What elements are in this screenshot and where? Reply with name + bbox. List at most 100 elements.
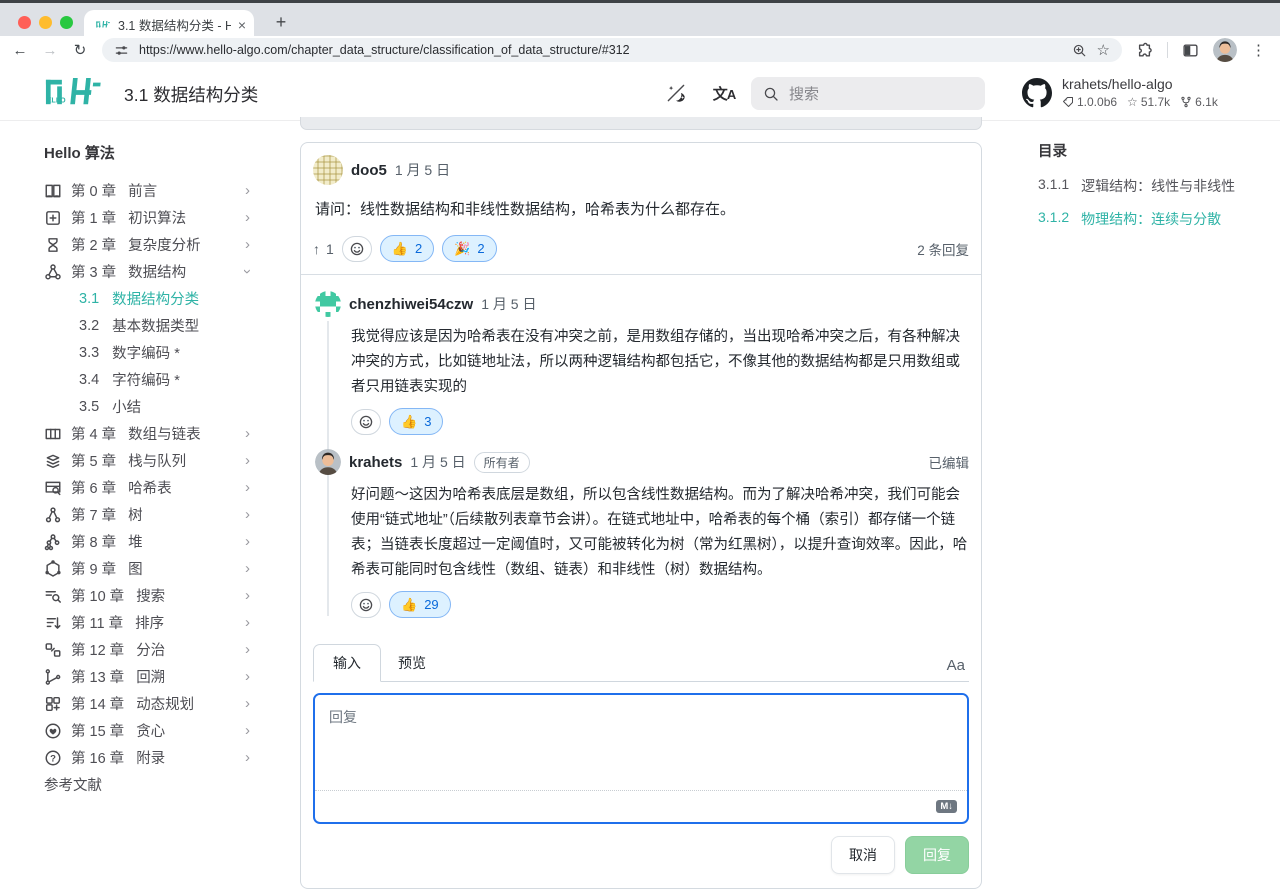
sidebar-item-ch5[interactable]: 第 5 章栈与队列› xyxy=(44,447,250,474)
new-tab-button[interactable]: + xyxy=(268,9,294,35)
reply-submit-button[interactable]: 回复 xyxy=(905,836,969,874)
chevron-right-icon: › xyxy=(245,452,250,469)
browser-tab[interactable]: 3.1 数据结构分类 - Hello 算法 × xyxy=(84,10,254,39)
sidebar-item-ch11[interactable]: 第 11 章排序› xyxy=(44,609,250,636)
repo-stars: 51.7k xyxy=(1141,95,1170,109)
upvote-button[interactable]: ↑1 xyxy=(313,241,334,257)
sidebar-item-ch1[interactable]: 第 1 章初识算法› xyxy=(44,204,250,231)
toc-title: 目录 xyxy=(1038,140,1235,161)
comment-author[interactable]: chenzhiwei54czw xyxy=(349,296,473,313)
translate-icon[interactable]: 文A xyxy=(710,80,738,106)
chevron-right-icon: › xyxy=(245,749,250,766)
reaction-pill[interactable]: 👍29 xyxy=(389,591,451,618)
toolbar-divider xyxy=(1167,42,1168,58)
menu-dots-icon[interactable]: ⋮ xyxy=(1251,41,1266,59)
extensions-icon[interactable] xyxy=(1136,42,1153,59)
avatar[interactable] xyxy=(315,291,341,317)
chevron-right-icon: › xyxy=(245,533,250,550)
reply-textarea[interactable] xyxy=(315,695,967,790)
sidebar-item-ch14[interactable]: 第 14 章动态规划› xyxy=(44,690,250,717)
minimize-window-button[interactable] xyxy=(39,16,52,29)
sidebar-item-3-1[interactable]: 3.1数据结构分类 xyxy=(44,285,250,312)
comment-date: 1 月 5 日 xyxy=(410,452,465,472)
search-input[interactable]: 搜索 xyxy=(751,77,985,110)
repo-stats: 1.0.0b6 ☆51.7k 6.1k xyxy=(1062,95,1218,109)
sidebar-item-ch13[interactable]: 第 13 章回溯› xyxy=(44,663,250,690)
reload-icon[interactable]: ↻ xyxy=(68,41,92,59)
star-icon: ☆ xyxy=(1127,95,1138,109)
sidebar-item-ch8[interactable]: 第 8 章堆› xyxy=(44,528,250,555)
reaction-pill[interactable]: 👍3 xyxy=(389,408,443,435)
reaction-pill[interactable]: 👍2 xyxy=(380,235,434,262)
reply-editor: M↓ xyxy=(313,693,969,824)
bookmark-star-icon[interactable]: ☆ xyxy=(1097,41,1110,59)
repo-version: 1.0.0b6 xyxy=(1077,95,1117,109)
toc-item-311[interactable]: 3.1.1逻辑结构：线性与非线性 xyxy=(1038,176,1235,196)
chevron-right-icon: › xyxy=(245,614,250,631)
sidebar-item-ch4[interactable]: 第 4 章数组与链表› xyxy=(44,420,250,447)
chevron-right-icon: › xyxy=(245,722,250,739)
markdown-icon[interactable]: M↓ xyxy=(936,800,957,814)
book-icon xyxy=(44,182,62,200)
comment-root: doo5 1 月 5 日 请问：线性数据结构和非线性数据结构，哈希表为什么都存在… xyxy=(301,143,981,274)
reaction-pill[interactable]: 🎉2 xyxy=(442,235,496,262)
reply-form: 输入 预览 Aa M↓ 取消 回复 xyxy=(301,632,981,888)
close-window-button[interactable] xyxy=(18,16,31,29)
chevron-right-icon: › xyxy=(245,236,250,253)
tab-close-icon[interactable]: × xyxy=(238,18,246,32)
toc-item-312[interactable]: 3.1.2物理结构：连续与分散 xyxy=(1038,209,1235,229)
comment-author[interactable]: krahets xyxy=(349,454,402,471)
browser-profile-avatar[interactable] xyxy=(1213,38,1237,62)
search-icon xyxy=(763,86,779,102)
chevron-down-icon: › xyxy=(239,269,256,274)
repo-link[interactable]: krahets/hello-algo 1.0.0b6 ☆51.7k 6.1k xyxy=(1022,76,1218,109)
reply-comment: chenzhiwei54czw 1 月 5 日 我觉得应该是因为哈希表在没有冲突… xyxy=(315,291,969,435)
sidebar-item-3-5[interactable]: 3.5小结 xyxy=(44,393,250,420)
comment-body: 好问题～这因为哈希表底层是数组，所以包含线性数据结构。而为了解决哈希冲突，我们可… xyxy=(351,483,969,583)
sidebar-item-3-3[interactable]: 3.3数字编码 * xyxy=(44,339,250,366)
sidebar-item-ch7[interactable]: 第 7 章树› xyxy=(44,501,250,528)
theme-toggle-icon[interactable] xyxy=(662,80,690,106)
sidebar-item-ch0[interactable]: 第 0 章前言› xyxy=(44,177,250,204)
avatar[interactable] xyxy=(313,155,343,185)
heap-icon xyxy=(44,533,62,551)
sidebar-item-3-4[interactable]: 3.4字符编码 * xyxy=(44,366,250,393)
text-format-button[interactable]: Aa xyxy=(947,657,969,681)
address-bar[interactable]: https://www.hello-algo.com/chapter_data_… xyxy=(102,38,1122,62)
upvote-icon: ↑ xyxy=(313,241,320,257)
window-controls xyxy=(18,16,73,29)
side-panel-icon[interactable] xyxy=(1182,42,1199,59)
search-placeholder: 搜索 xyxy=(789,83,819,104)
fork-icon xyxy=(1180,96,1192,108)
back-icon[interactable]: ← xyxy=(8,42,32,59)
zoom-window-button[interactable] xyxy=(60,16,73,29)
sidebar-item-ch2[interactable]: 第 2 章复杂度分析› xyxy=(44,231,250,258)
site-logo[interactable] xyxy=(44,77,106,107)
chevron-right-icon: › xyxy=(245,425,250,442)
sidebar-item-ch16[interactable]: 第 16 章附录› xyxy=(44,744,250,771)
add-reaction-button[interactable] xyxy=(351,409,381,435)
graph-icon xyxy=(44,560,62,578)
sidebar-item-ch12[interactable]: 第 12 章分治› xyxy=(44,636,250,663)
sidebar-item-ch9[interactable]: 第 9 章图› xyxy=(44,555,250,582)
comment-body: 我觉得应该是因为哈希表在没有冲突之前，是用数组存储的，当出现哈希冲突之后，有各种… xyxy=(351,325,969,400)
tab-preview[interactable]: 预览 xyxy=(381,645,443,681)
sidebar-item-ch15[interactable]: 第 15 章贪心› xyxy=(44,717,250,744)
comment-author[interactable]: doo5 xyxy=(351,162,387,179)
add-reaction-button[interactable] xyxy=(342,236,372,262)
cancel-button[interactable]: 取消 xyxy=(831,836,895,874)
sidebar-item-3-2[interactable]: 3.2基本数据类型 xyxy=(44,312,250,339)
forward-icon[interactable]: → xyxy=(38,42,62,59)
avatar[interactable] xyxy=(315,449,341,475)
site-settings-icon[interactable] xyxy=(114,43,129,58)
zoom-page-icon[interactable] xyxy=(1072,43,1087,58)
tab-write[interactable]: 输入 xyxy=(313,644,381,682)
greedy-heart-icon xyxy=(44,722,62,740)
sidebar-item-ch6[interactable]: 第 6 章哈希表› xyxy=(44,474,250,501)
add-reaction-button[interactable] xyxy=(351,592,381,618)
sidebar-item-ch10[interactable]: 第 10 章搜索› xyxy=(44,582,250,609)
sidebar-item-references[interactable]: 参考文献 xyxy=(44,771,250,798)
tag-icon xyxy=(1062,96,1074,108)
sidebar-item-ch3[interactable]: 第 3 章数据结构› xyxy=(44,258,250,285)
tab-title: 3.1 数据结构分类 - Hello 算法 xyxy=(118,15,231,34)
